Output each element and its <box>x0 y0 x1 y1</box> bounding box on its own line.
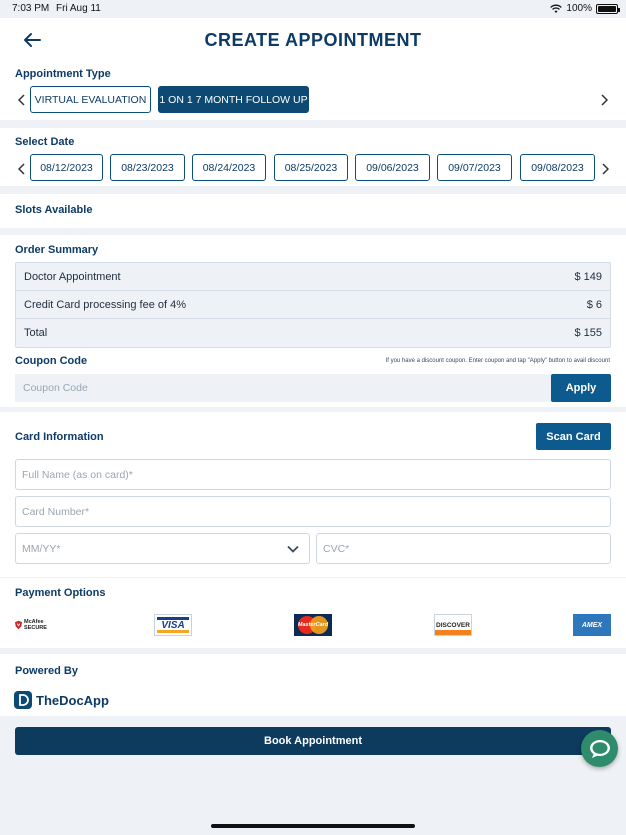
apply-button[interactable]: Apply <box>551 374 611 402</box>
summary-row: Doctor Appointment $ 149 <box>16 263 610 291</box>
thedocapp-logo: TheDocApp <box>14 691 109 709</box>
mastercard-text: MasterCard <box>297 622 329 628</box>
cvc-input[interactable] <box>323 542 604 555</box>
status-right: 100% <box>550 3 620 14</box>
book-appointment-button[interactable]: Book Appointment <box>15 727 611 755</box>
summary-item-amount: $ 6 <box>586 298 602 311</box>
expiry-input[interactable] <box>22 542 303 555</box>
scan-card-button[interactable]: Scan Card <box>536 423 611 450</box>
battery-icon <box>596 3 620 14</box>
date-next[interactable] <box>598 159 612 179</box>
coupon-code-label: Coupon Code <box>15 355 88 367</box>
page-title: CREATE APPOINTMENT <box>204 30 422 50</box>
date-chip[interactable]: 08/23/2023 <box>110 154 185 181</box>
summary-item-name: Credit Card processing fee of 4% <box>24 298 187 311</box>
thedocapp-icon <box>14 691 32 709</box>
card-information-section: Card Information Scan Card <box>0 412 626 577</box>
card-information-label: Card Information <box>15 431 104 443</box>
battery-percent: 100% <box>566 3 592 14</box>
discover-stripe <box>435 630 471 635</box>
chevron-left-icon <box>18 163 25 175</box>
payment-options-label: Payment Options <box>15 587 106 599</box>
visa-logo: VISA <box>154 614 192 636</box>
summary-item-amount: $ 149 <box>574 270 602 283</box>
payment-options-section: Payment Options McAfee SECURE VISA Maste… <box>0 578 626 648</box>
date-chip[interactable]: 08/25/2023 <box>274 154 348 181</box>
appointment-type-virtual-evaluation[interactable]: VIRTUAL EVALUATION <box>30 86 151 113</box>
chevron-left-icon <box>18 94 25 106</box>
chevron-right-icon <box>602 163 609 175</box>
full-name-input[interactable] <box>22 468 604 481</box>
mcafee-secure-logo: McAfee SECURE <box>15 614 55 636</box>
coupon-hint: If you have a discount coupon. Enter cou… <box>385 358 610 364</box>
date-chip[interactable]: 08/12/2023 <box>30 154 103 181</box>
full-name-field[interactable] <box>15 459 611 490</box>
wifi-icon <box>550 4 563 13</box>
slots-section: Slots Available <box>0 194 626 228</box>
date-chip[interactable]: 08/24/2023 <box>192 154 266 181</box>
summary-row: Credit Card processing fee of 4% $ 6 <box>16 291 610 319</box>
discover-text: DISCOVER <box>436 621 470 629</box>
order-summary-section: Order Summary Doctor Appointment $ 149 C… <box>0 235 626 407</box>
appointment-type-label: Appointment Type <box>15 68 111 80</box>
chevron-down-icon[interactable] <box>287 543 299 555</box>
date-chip[interactable]: 09/08/2023 <box>520 154 595 181</box>
visa-text: VISA <box>161 619 185 631</box>
summary-item-amount: $ 155 <box>574 327 602 339</box>
header: CREATE APPOINTMENT <box>0 18 626 62</box>
home-indicator <box>211 824 415 828</box>
appointment-type-follow-up[interactable]: 1 ON 1 7 MONTH FOLLOW UP <box>158 86 309 113</box>
order-summary-label: Order Summary <box>15 244 99 256</box>
amex-text: AMEX <box>581 621 603 629</box>
chat-button[interactable] <box>581 730 618 767</box>
mcafee-text: McAfee SECURE <box>24 619 47 631</box>
summary-item-name: Doctor Appointment <box>24 270 121 283</box>
card-number-input[interactable] <box>22 505 604 518</box>
appointment-type-next[interactable] <box>597 90 611 110</box>
select-date-label: Select Date <box>15 136 75 148</box>
expiry-field[interactable] <box>15 533 310 564</box>
cvc-field[interactable] <box>316 533 611 564</box>
card-number-field[interactable] <box>15 496 611 527</box>
coupon-input[interactable] <box>15 374 551 402</box>
powered-by-label: Powered By <box>15 665 78 677</box>
status-time: 7:03 PM <box>12 3 50 14</box>
summary-row: Total $ 155 <box>16 319 610 347</box>
date-prev[interactable] <box>15 159 29 179</box>
date-chip[interactable]: 09/06/2023 <box>355 154 430 181</box>
thedocapp-brand: TheDocApp <box>36 692 109 708</box>
date-chip[interactable]: 09/07/2023 <box>437 154 512 181</box>
chevron-right-icon <box>601 94 608 106</box>
appointment-type-section: Appointment Type VIRTUAL EVALUATION 1 ON… <box>0 62 626 120</box>
appointment-type-prev[interactable] <box>15 90 29 110</box>
summary-item-name: Total <box>24 327 48 339</box>
select-date-section: Select Date 08/12/2023 08/23/2023 08/24/… <box>0 128 626 186</box>
chat-bubble-icon <box>589 739 610 758</box>
shield-icon <box>15 620 23 630</box>
order-summary-table: Doctor Appointment $ 149 Credit Card pro… <box>15 262 611 348</box>
slots-label: Slots Available <box>15 204 93 216</box>
status-bar: 7:03 PM Fri Aug 11 100% <box>0 0 626 18</box>
amex-logo: AMEX <box>573 614 611 636</box>
mastercard-logo: MasterCard <box>294 614 332 636</box>
status-date: Fri Aug 11 <box>56 3 101 14</box>
discover-logo: DISCOVER <box>434 614 472 636</box>
